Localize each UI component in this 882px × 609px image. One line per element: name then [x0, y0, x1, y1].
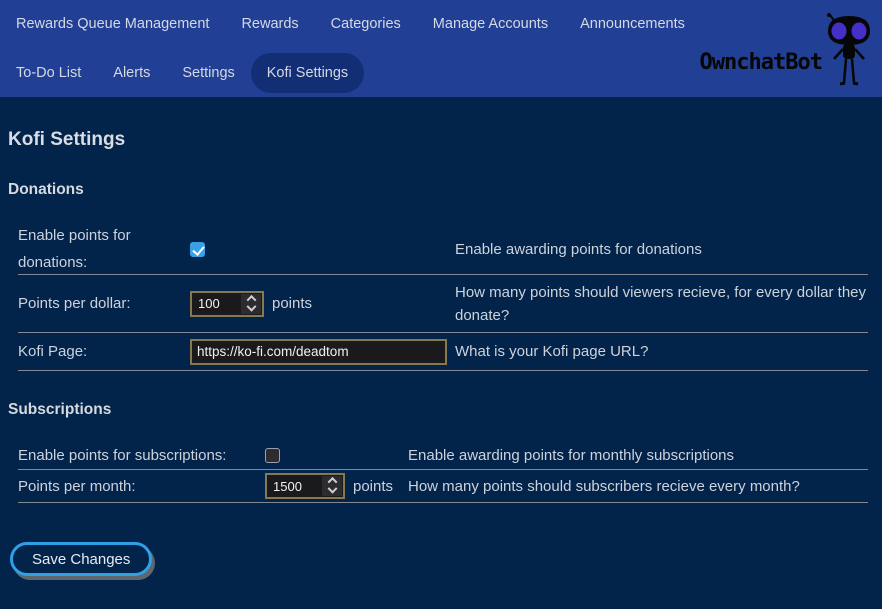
enable-subscriptions-checkbox[interactable]: [265, 448, 280, 463]
logo: OwnchatBot: [700, 10, 874, 92]
kofi-page-description: What is your Kofi page URL?: [455, 340, 868, 363]
table-row: Points per month: 1500 points How many p…: [18, 470, 868, 503]
enable-donations-label: Enable points for donations:: [18, 222, 190, 276]
stepper-down-icon[interactable]: [327, 484, 337, 494]
points-per-dollar-description: How many points should viewers recieve, …: [455, 281, 868, 327]
nav-categories[interactable]: Categories: [331, 16, 401, 32]
nav-todo-list[interactable]: To-Do List: [16, 65, 81, 81]
app-window: Rewards Queue Management Rewards Categor…: [0, 0, 882, 576]
points-per-month-label: Points per month:: [18, 473, 265, 500]
points-per-month-input[interactable]: 1500: [265, 473, 345, 499]
points-per-month-value: 1500: [267, 475, 321, 497]
points-suffix: points: [353, 478, 393, 495]
table-row: Enable points for subscriptions: Enable …: [18, 442, 868, 470]
section-title-subscriptions: Subscriptions: [8, 401, 882, 419]
points-suffix: points: [272, 295, 312, 312]
table-row: Points per dollar: 100 points How many p…: [18, 275, 868, 333]
robot-icon: [824, 13, 874, 89]
kofi-page-input[interactable]: [190, 339, 447, 365]
top-navbar: Rewards Queue Management Rewards Categor…: [0, 0, 882, 97]
main-content: Kofi Settings Donations Enable points fo…: [0, 129, 882, 576]
subscriptions-settings-table: Enable points for subscriptions: Enable …: [18, 442, 868, 503]
kofi-page-label: Kofi Page:: [18, 338, 190, 365]
donations-settings-table: Enable points for donations: Enable awar…: [18, 222, 868, 371]
points-per-month-description: How many points should subscribers recie…: [408, 475, 868, 498]
stepper-down-icon[interactable]: [246, 301, 256, 311]
number-stepper[interactable]: [241, 294, 261, 314]
nav-kofi-settings-active-tab[interactable]: Kofi Settings: [251, 53, 364, 93]
nav-announcements[interactable]: Announcements: [580, 16, 685, 32]
nav-alerts[interactable]: Alerts: [113, 65, 150, 81]
points-per-dollar-input[interactable]: 100: [190, 291, 264, 317]
number-stepper[interactable]: [322, 476, 342, 496]
table-row: Kofi Page: What is your Kofi page URL?: [18, 333, 868, 371]
logo-text: OwnchatBot: [700, 50, 822, 75]
enable-subscriptions-label: Enable points for subscriptions:: [18, 442, 265, 469]
points-per-dollar-label: Points per dollar:: [18, 290, 190, 317]
enable-subscriptions-description: Enable awarding points for monthly subsc…: [408, 444, 868, 467]
enable-donations-checkbox[interactable]: [190, 242, 205, 257]
table-row: Enable points for donations: Enable awar…: [18, 222, 868, 275]
nav-rewards-queue-management[interactable]: Rewards Queue Management: [16, 16, 209, 32]
enable-donations-description: Enable awarding points for donations: [455, 238, 868, 261]
nav-settings[interactable]: Settings: [182, 65, 234, 81]
page-title: Kofi Settings: [8, 129, 882, 151]
section-title-donations: Donations: [8, 181, 882, 199]
nav-manage-accounts[interactable]: Manage Accounts: [433, 16, 548, 32]
save-changes-button[interactable]: Save Changes: [10, 542, 152, 576]
nav-rewards[interactable]: Rewards: [241, 16, 298, 32]
points-per-dollar-value: 100: [192, 293, 240, 315]
